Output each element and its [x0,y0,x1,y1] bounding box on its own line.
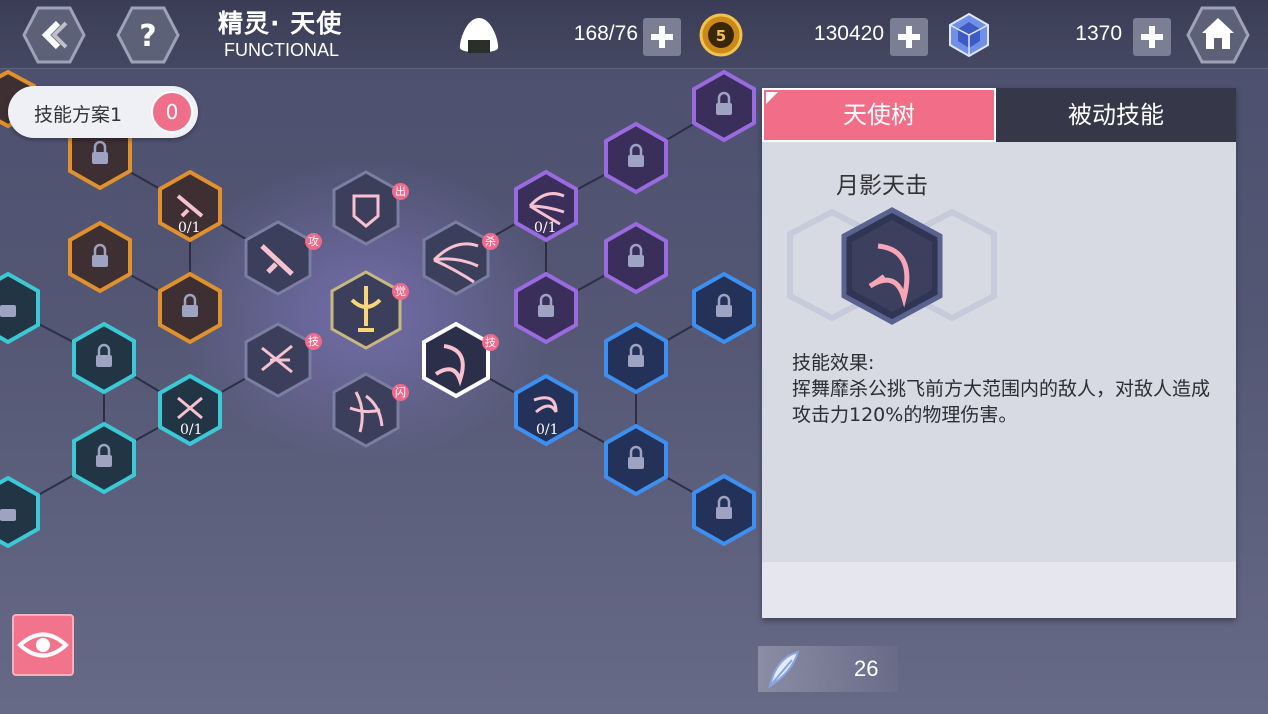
skill-tree-graph [0,69,756,549]
back-chevron-icon [22,6,86,64]
page-title: 精灵· 天使 [218,9,343,38]
view-toggle-button[interactable] [12,614,74,676]
svg-text:5: 5 [716,27,726,45]
skill-node-out[interactable] [332,172,400,244]
add-crystal-button[interactable] [1133,18,1171,56]
page-subtitle: FUNCTIONAL [224,40,340,60]
skill-node-kill[interactable] [422,222,490,294]
rice-ball-icon [454,12,504,58]
preset-count-badge: 0 [151,91,193,133]
crystal-value: 1370 [1075,22,1122,45]
home-button[interactable] [1186,6,1250,64]
skill-preset-selector[interactable]: 技能方案1 0 [8,86,198,138]
angel-skill-tree: 出 杀 攻 觉 技 闪 技 0/1 0/1 0/1 0/1 [0,68,760,628]
skill-node-attack[interactable] [244,222,312,294]
tab-passive-skills[interactable]: 被动技能 [996,88,1236,142]
add-gold-button[interactable] [890,18,928,56]
add-stamina-button[interactable] [643,18,681,56]
gold-coin-icon: 5 [696,12,746,58]
top-bar: ? 精灵· 天使 FUNCTIONAL 168/76 5 130420 1370 [0,0,1268,69]
gold-value: 130420 [813,22,884,45]
node-counter: 0/1 [178,220,201,236]
effect-heading: 技能效果: [792,352,875,374]
feather-count: 26 [854,656,879,681]
preset-label: 技能方案1 [34,104,123,126]
help-button[interactable]: ? [116,6,180,64]
eye-icon [17,632,69,658]
skill-node-awaken[interactable] [332,272,400,348]
feather-resource: 26 [758,646,898,692]
svg-text:?: ? [139,19,156,54]
skill-name: 月影天击 [836,173,928,199]
skill-node-dodge[interactable] [332,374,400,446]
skill-node-skill-left[interactable] [244,324,312,396]
panel-footer [762,562,1236,618]
blue-crystal-icon [944,12,994,58]
question-icon: ? [116,6,180,64]
effect-description: 挥舞靡杀公挑飞前方大范围内的敌人，对敌人造成攻击力120%的物理伤害。 [792,378,1211,426]
node-counter: 0/1 [180,422,203,438]
tab-angel-tree[interactable]: 天使树 [762,88,996,142]
node-counter: 0/1 [534,220,557,236]
feather-icon [768,650,800,689]
stamina-value: 168/76 [573,22,638,45]
home-icon [1186,6,1250,64]
skill-node-selected[interactable] [422,324,490,396]
skill-detail-panel: 天使树 被动技能 月影天击 技能效果: 挥舞靡杀公挑飞前方大范围内的敌人，对敌人… [762,88,1236,618]
node-counter: 0/1 [536,422,559,438]
back-button[interactable] [22,6,86,64]
skill-icon-large [787,207,997,325]
